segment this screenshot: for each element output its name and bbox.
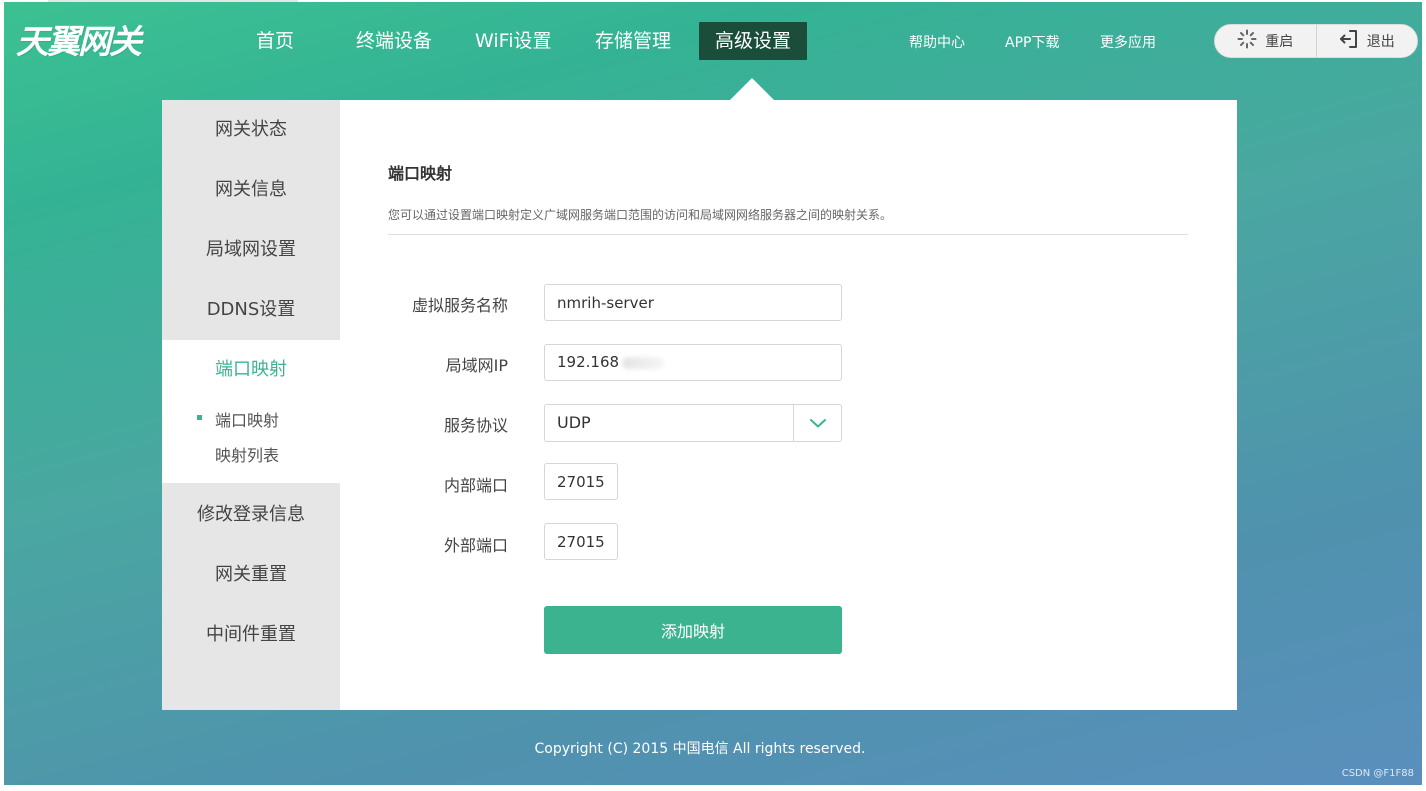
logout-label: 退出 xyxy=(1366,34,1395,50)
logo: 天翼网关 xyxy=(16,22,142,61)
logout-icon xyxy=(1339,29,1359,53)
service-name-label: 虚拟服务名称 xyxy=(411,296,508,315)
add-mapping-button[interactable]: 添加映射 xyxy=(544,606,842,654)
logout-button[interactable]: 退出 xyxy=(1317,25,1418,57)
help-link[interactable]: 帮助中心 xyxy=(909,32,965,52)
sidebar-item-edit-login[interactable]: 修改登录信息 xyxy=(162,485,340,545)
nav-item-wifi[interactable]: WiFi设置 xyxy=(461,22,565,60)
section-divider xyxy=(388,234,1188,235)
lan-ip-redacted xyxy=(622,356,665,369)
nav-item-storage[interactable]: 存储管理 xyxy=(581,22,685,60)
sidebar-item-lan-settings[interactable]: 局域网设置 xyxy=(162,220,340,280)
sub-item-mapping-list[interactable]: 映射列表 xyxy=(215,442,279,466)
restart-button[interactable]: 重启 xyxy=(1215,25,1316,57)
restart-icon xyxy=(1237,29,1257,53)
internal-port-label: 内部端口 xyxy=(443,476,508,495)
lan-ip-value: 192.168 xyxy=(557,353,620,371)
protocol-label: 服务协议 xyxy=(443,416,508,435)
copyright-footer: Copyright (C) 2015 中国电信 All rights reser… xyxy=(534,741,866,757)
sub-item-port-mapping[interactable]: 端口映射 xyxy=(215,407,279,431)
protocol-select[interactable]: UDP xyxy=(544,404,842,442)
lan-ip-input[interactable]: 192.168 xyxy=(544,344,842,381)
service-name-input[interactable] xyxy=(544,284,842,321)
nav-item-devices[interactable]: 终端设备 xyxy=(342,22,446,60)
chevron-down-icon xyxy=(809,414,827,433)
sub-item-active-dot xyxy=(197,415,202,420)
nav-item-home[interactable]: 首页 xyxy=(242,22,308,60)
internal-port-input[interactable] xyxy=(544,463,618,500)
restart-label: 重启 xyxy=(1265,34,1294,50)
external-port-input[interactable] xyxy=(544,523,618,560)
sidebar-item-port-mapping[interactable]: 端口映射 xyxy=(162,340,340,400)
lan-ip-label: 局域网IP xyxy=(445,356,508,375)
page-title: 端口映射 xyxy=(388,164,453,183)
sidebar-item-middleware-reset[interactable]: 中间件重置 xyxy=(162,605,340,665)
nav-pointer xyxy=(728,78,776,102)
watermark: CSDN @F1F88 xyxy=(1341,768,1414,779)
protocol-value: UDP xyxy=(557,413,591,432)
action-pill: 重启 退出 xyxy=(1214,24,1418,58)
app-background: 天翼网关 首页 终端设备 WiFi设置 存储管理 高级设置 帮助中心 APP下载… xyxy=(4,2,1422,785)
more-apps-link[interactable]: 更多应用 xyxy=(1100,32,1156,52)
sidebar-item-gateway-info[interactable]: 网关信息 xyxy=(162,160,340,220)
protocol-dropdown-toggle[interactable] xyxy=(793,405,841,441)
sidebar: 网关状态 网关信息 局域网设置 DDNS设置 端口映射 端口映射 映射列表 修改… xyxy=(162,100,340,710)
app-download-link[interactable]: APP下载 xyxy=(1005,32,1059,52)
settings-panel: 网关状态 网关信息 局域网设置 DDNS设置 端口映射 端口映射 映射列表 修改… xyxy=(162,100,1237,710)
page-description: 您可以通过设置端口映射定义广域网服务端口范围的访问和局域网网络服务器之间的映射关… xyxy=(388,208,893,222)
sidebar-item-ddns[interactable]: DDNS设置 xyxy=(162,280,340,340)
sidebar-item-gateway-status[interactable]: 网关状态 xyxy=(162,100,340,160)
external-port-label: 外部端口 xyxy=(443,536,508,555)
sidebar-item-gateway-reset[interactable]: 网关重置 xyxy=(162,545,340,605)
nav-item-advanced[interactable]: 高级设置 xyxy=(699,22,807,60)
